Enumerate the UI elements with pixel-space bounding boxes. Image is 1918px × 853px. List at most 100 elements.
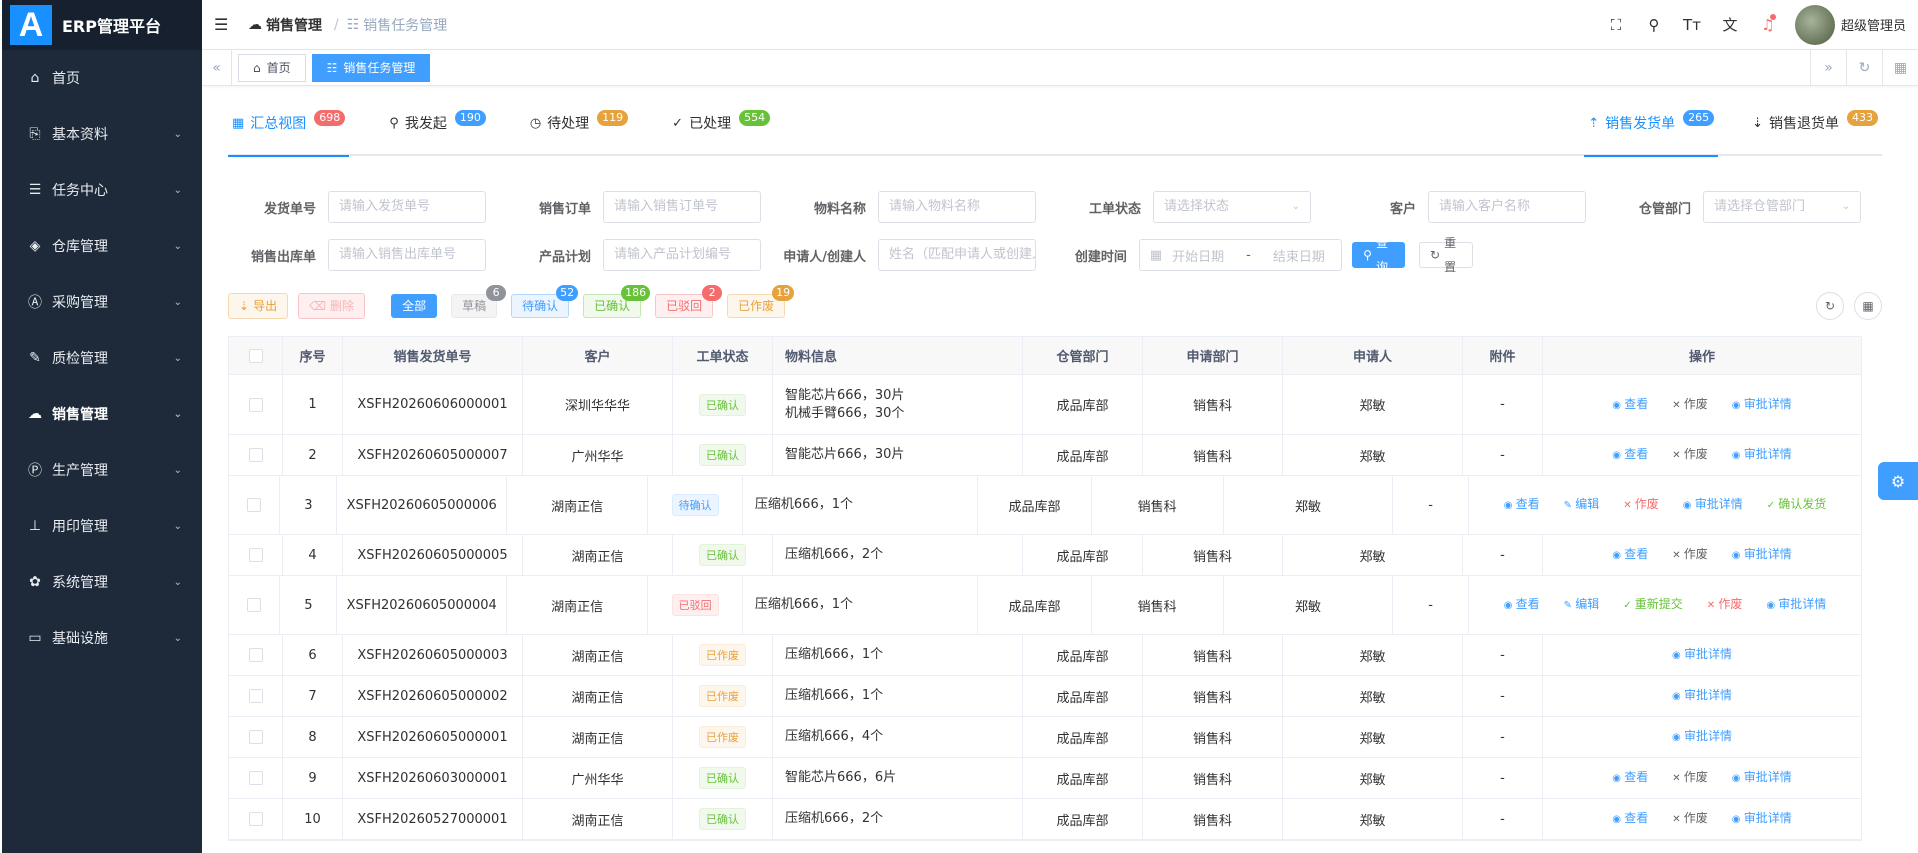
row-checkbox[interactable] [248,548,263,562]
status-filter-ok[interactable]: 已确认 186 [583,285,651,318]
filter-input[interactable]: 请输入销售出库单号 [328,239,486,271]
export-button[interactable]: ⇣ 导出 [228,293,289,319]
op-确认发货[interactable]: ✓ 确认发货 [1767,494,1827,516]
op-作废[interactable]: ✕ 作废 [1672,767,1708,789]
start-date[interactable]: 开始日期 [1172,246,1224,265]
select-all-checkbox[interactable] [248,348,263,363]
filter-input[interactable]: 请输入客户名称 [1428,191,1586,223]
tag-home[interactable]: ⌂ 首页 [238,53,306,82]
status-filter-void[interactable]: 已作废 19 [727,285,795,318]
search-icon[interactable]: ⚲ [1635,16,1673,34]
status-filter-all[interactable]: 全部 [391,294,438,318]
op-作废[interactable]: ✕ 作废 [1623,494,1659,516]
sidebar-item[interactable]: ☁ 销售管理 ⌄ [2,386,202,442]
tags-scroll-right-icon[interactable]: » [1810,49,1846,86]
op-编辑[interactable]: ✎ 编辑 [1564,594,1600,616]
sidebar-item[interactable]: ⎘ 基本资料 ⌄ [2,106,202,162]
chevron-down-icon: ⌄ [173,520,182,532]
filter-input[interactable]: 姓名（匹配申请人或创建人） [878,239,1036,271]
columns-icon[interactable]: ▦ [1854,292,1882,320]
grid-menu-icon[interactable]: ▦ [1882,49,1918,86]
tab-upload[interactable]: ⇡ 销售发货单 265 [1584,91,1718,157]
breadcrumb-item[interactable]: 销售管理 [266,15,326,35]
filter-input[interactable]: 请输入销售订单号 [603,191,761,223]
sidebar-item[interactable]: ⊥ 用印管理 ⌄ [2,498,202,554]
op-查看[interactable]: ◉ 查看 [1612,808,1648,830]
status-cell: 已作废 [673,717,773,757]
row-checkbox[interactable] [248,812,263,826]
sidebar-item[interactable]: ⌂ 首页 [2,50,202,106]
font-size-icon[interactable]: Tт [1673,16,1711,34]
tab-clock[interactable]: ◷ 待处理 119 [526,91,632,155]
hamburger-icon[interactable]: ☰ [214,15,234,34]
filter-select[interactable]: 请选择仓管部门 ⌄ [1703,191,1861,223]
op-查看[interactable]: ◉ 查看 [1612,444,1648,466]
op-审批详情[interactable]: ◉ 审批详情 [1732,544,1792,566]
row-checkbox[interactable] [248,689,263,703]
op-审批详情[interactable]: ◉ 审批详情 [1672,726,1732,748]
filter-input[interactable]: 请输入产品计划编号 [603,239,761,271]
reset-button[interactable]: ↻ 重置 [1419,236,1473,274]
end-date[interactable]: 结束日期 [1273,246,1325,265]
op-审批详情[interactable]: ◉ 审批详情 [1732,808,1792,830]
row-checkbox[interactable] [248,648,263,662]
op-查看[interactable]: ◉ 查看 [1504,494,1540,516]
row-checkbox[interactable] [247,498,262,512]
op-审批详情[interactable]: ◉ 审批详情 [1766,594,1826,616]
op-审批详情[interactable]: ◉ 审批详情 [1683,494,1743,516]
date-range-picker[interactable]: ▦ 开始日期 - 结束日期 [1138,239,1343,271]
row-checkbox[interactable] [247,598,262,612]
filter-input[interactable]: 请输入发货单号 [328,191,486,223]
status-filter-rej[interactable]: 已驳回 2 [655,285,723,318]
bell-icon[interactable]: ♫ [1749,13,1787,34]
tab-user[interactable]: ⚲ 我发起 190 [385,91,490,155]
op-作废[interactable]: ✕ 作废 [1672,444,1708,466]
logo[interactable]: A ERP管理平台 [2,0,202,50]
op-作废[interactable]: ✕ 作废 [1672,544,1708,566]
op-查看[interactable]: ◉ 查看 [1612,767,1648,789]
tab-grid[interactable]: ▦ 汇总视图 698 [228,91,350,157]
sidebar-item[interactable]: Ⓐ 采购管理 ⌄ [2,274,202,330]
op-审批详情[interactable]: ◉ 审批详情 [1672,644,1732,666]
op-重新提交[interactable]: ✓ 重新提交 [1623,594,1683,616]
sidebar-item[interactable]: ✎ 质检管理 ⌄ [2,330,202,386]
row-checkbox[interactable] [248,730,263,744]
tab-check[interactable]: ✓ 已处理 554 [668,91,774,155]
filter-form: 发货单号 请输入发货单号 销售订单 请输入销售订单号 物料名称 请输入物料名称 工单状态 请选… [228,156,1882,274]
op-审批详情[interactable]: ◉ 审批详情 [1672,685,1732,707]
row-checkbox[interactable] [248,448,263,462]
user-name[interactable]: 超级管理员 [1841,15,1906,34]
tab-download[interactable]: ⇣ 销售退货单 433 [1748,91,1882,155]
op-审批详情[interactable]: ◉ 审批详情 [1732,444,1792,466]
delete-button[interactable]: ⌫ 删除 [298,293,366,319]
op-编辑[interactable]: ✎ 编辑 [1564,494,1600,516]
filter-select[interactable]: 请选择状态 ⌄ [1153,191,1311,223]
translate-icon[interactable]: 文 [1711,14,1749,35]
op-查看[interactable]: ◉ 查看 [1612,394,1648,416]
op-作废[interactable]: ✕ 作废 [1672,394,1708,416]
status-filter-draft[interactable]: 草稿 6 [451,285,507,318]
op-作废[interactable]: ✕ 作废 [1672,808,1708,830]
settings-float-button[interactable]: ⚙ [1878,462,1918,500]
refresh-table-icon[interactable]: ↻ [1816,292,1844,320]
search-button[interactable]: ⚲ 查询 [1352,236,1406,274]
sidebar-item[interactable]: ☰ 任务中心 ⌄ [2,162,202,218]
tags-scroll-left-icon[interactable]: « [202,49,232,86]
sidebar-item[interactable]: ✿ 系统管理 ⌄ [2,554,202,610]
avatar[interactable] [1794,4,1835,45]
status-filter-wait[interactable]: 待确认 52 [511,285,579,318]
sidebar-item[interactable]: ▭ 基础设施 ⌄ [2,610,202,666]
op-查看[interactable]: ◉ 查看 [1612,544,1648,566]
row-checkbox[interactable] [248,397,263,412]
tag-sales-task[interactable]: ☷ 销售任务管理 [311,53,431,82]
refresh-icon[interactable]: ↻ [1846,49,1882,86]
sidebar-item[interactable]: ◈ 仓库管理 ⌄ [2,218,202,274]
filter-input[interactable]: 请输入物料名称 [878,191,1036,223]
op-查看[interactable]: ◉ 查看 [1504,594,1540,616]
row-checkbox[interactable] [248,771,263,785]
op-作废[interactable]: ✕ 作废 [1707,594,1743,616]
op-审批详情[interactable]: ◉ 审批详情 [1732,767,1792,789]
sidebar-item[interactable]: Ⓟ 生产管理 ⌄ [2,442,202,498]
fullscreen-icon[interactable]: ⛶ [1597,16,1635,34]
op-审批详情[interactable]: ◉ 审批详情 [1732,394,1792,416]
